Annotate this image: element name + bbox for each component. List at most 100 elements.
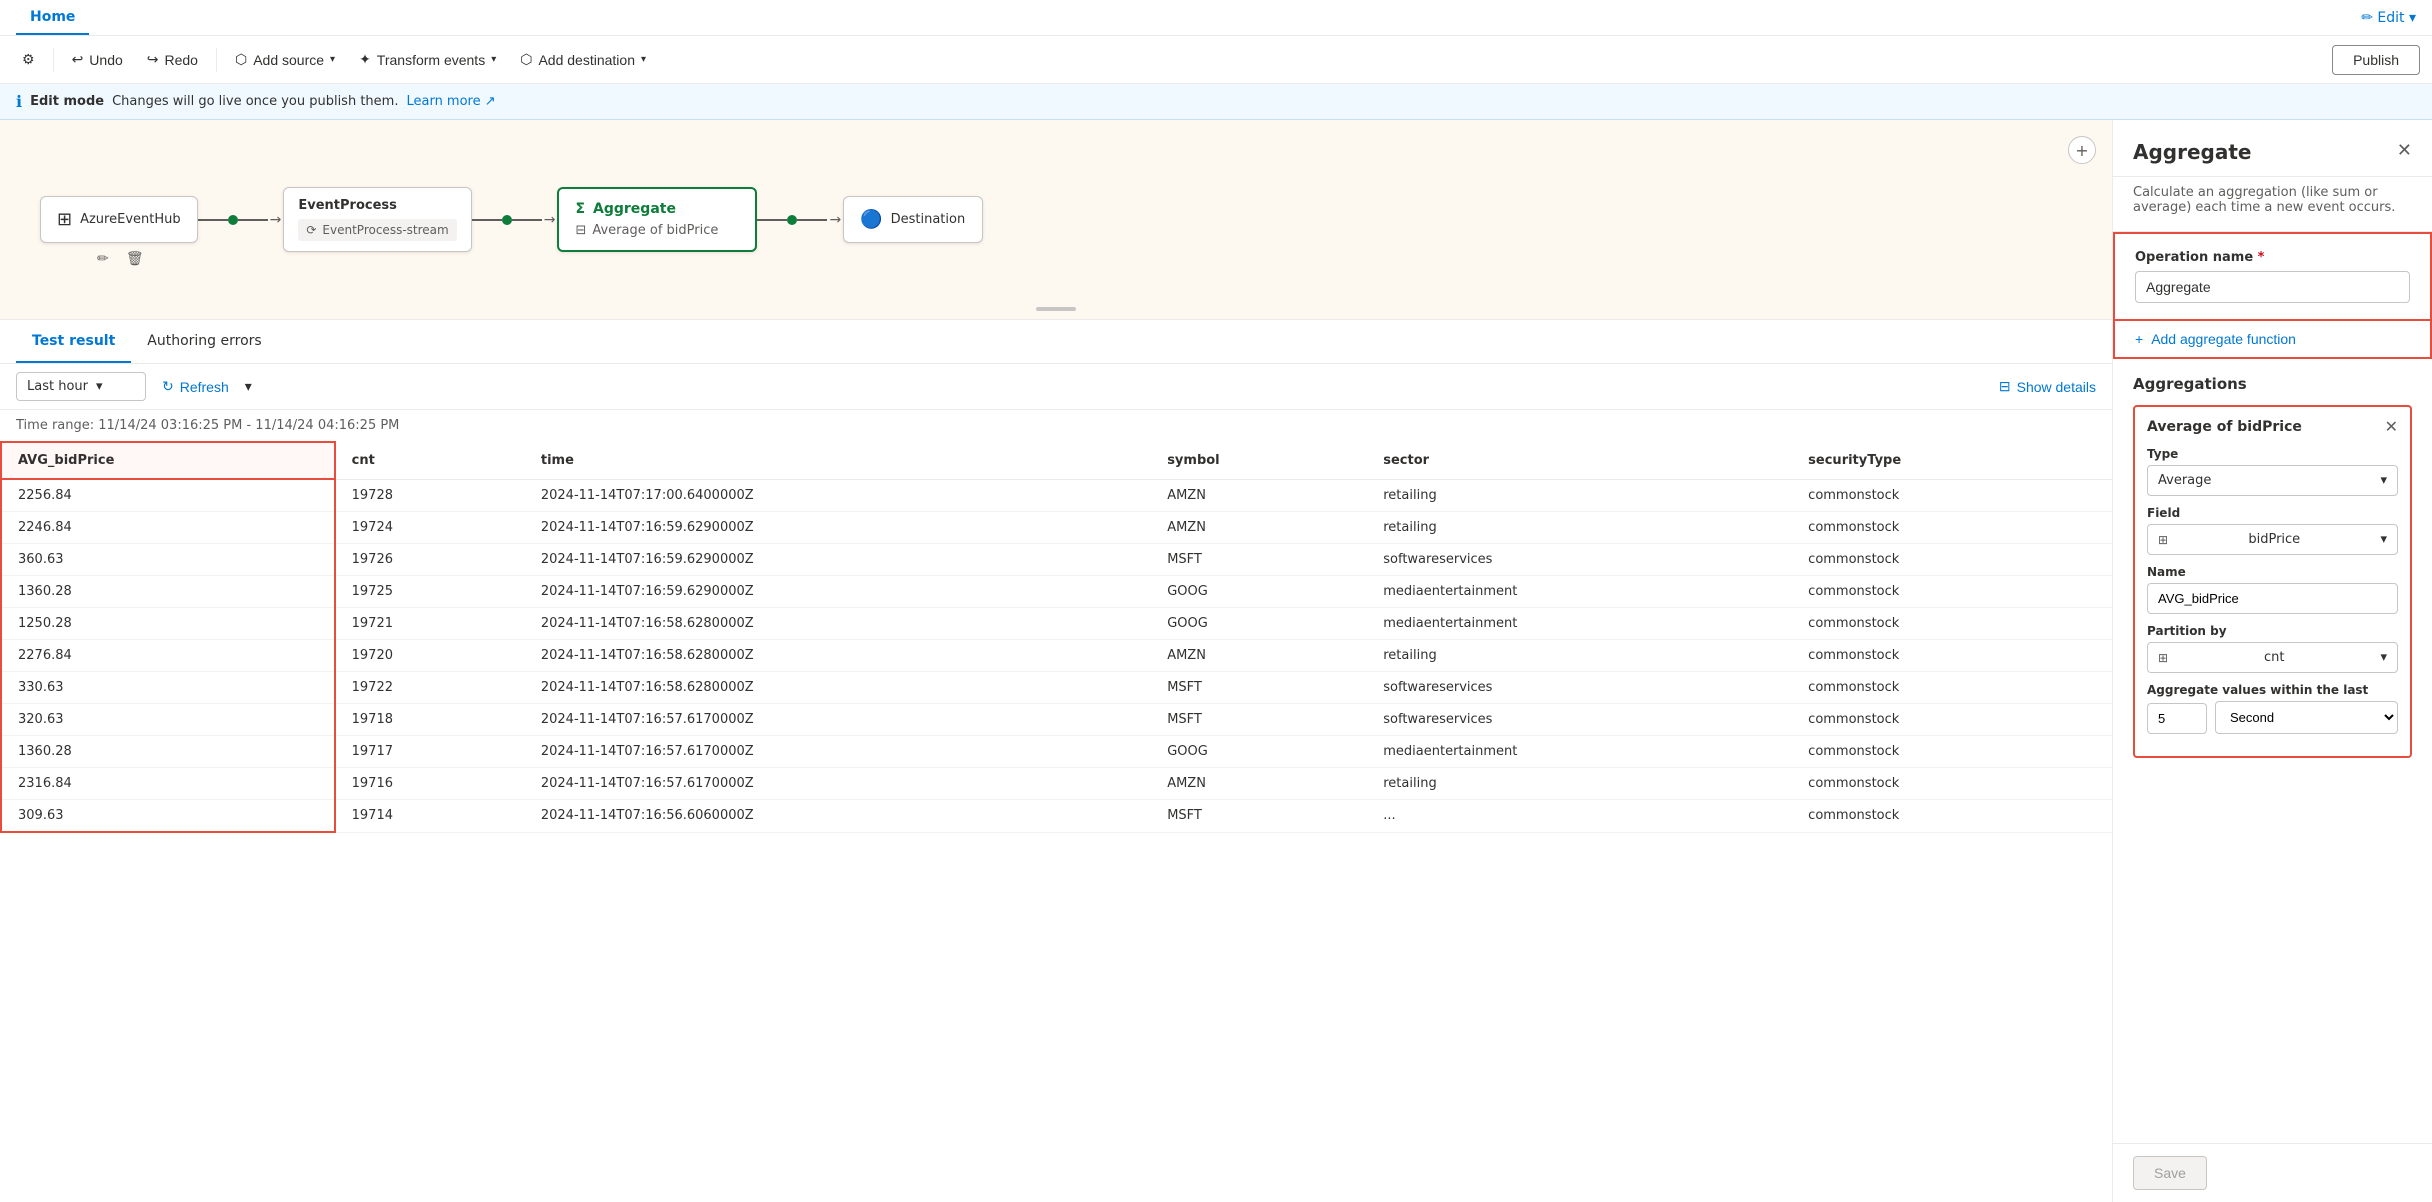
redo-icon: ↪ xyxy=(147,51,159,68)
table-row: 1360.28197172024-11-14T07:16:57.6170000Z… xyxy=(1,736,2112,768)
edit-button[interactable]: ✏ Edit ▾ xyxy=(2361,10,2416,26)
aggregate-sub-label: Average of bidPrice xyxy=(592,223,718,238)
agg-type-field: Type Average ▾ xyxy=(2147,447,2398,496)
separator-1 xyxy=(53,48,54,72)
aggregate-label: Aggregate xyxy=(593,201,676,217)
publish-button[interactable]: Publish xyxy=(2332,45,2420,75)
tab-authoring-errors[interactable]: Authoring errors xyxy=(131,321,277,363)
agg-field-icon: ⊞ xyxy=(2158,533,2168,547)
refresh-button[interactable]: ↻ Refresh xyxy=(154,372,237,401)
col-header-time: time xyxy=(525,442,1151,479)
redo-button[interactable]: ↪ Redo xyxy=(137,45,208,74)
agg-card-close-button[interactable]: ✕ xyxy=(2385,417,2398,437)
time-range-value: Last hour xyxy=(27,379,88,394)
aggregate-sub-icon: ⊟ xyxy=(575,223,586,238)
operation-name-input[interactable] xyxy=(2135,271,2410,303)
dot-1 xyxy=(228,215,238,225)
transform-events-button[interactable]: ✦ Transform events ▾ xyxy=(349,45,506,74)
table-cell: MSFT xyxy=(1151,704,1367,736)
agg-card-header: Average of bidPrice ✕ xyxy=(2135,407,2410,447)
tab-home[interactable]: Home xyxy=(16,1,89,35)
main-layout: + ⊞ AzureEventHub ✏ 🗑 → xyxy=(0,120,2432,1202)
agg-name-input[interactable] xyxy=(2147,583,2398,614)
table-cell: 19725 xyxy=(335,576,525,608)
table-cell: GOOG xyxy=(1151,608,1367,640)
tab-test-result[interactable]: Test result xyxy=(16,321,131,363)
line-6 xyxy=(797,219,827,221)
expand-button[interactable]: ▾ xyxy=(245,378,252,395)
table-cell: 19720 xyxy=(335,640,525,672)
save-button[interactable]: Save xyxy=(2133,1156,2207,1190)
show-details-button[interactable]: ⊟ Show details xyxy=(1999,378,2096,395)
table-row: 2276.84197202024-11-14T07:16:58.6280000Z… xyxy=(1,640,2112,672)
destination-label: Destination xyxy=(891,212,966,227)
time-range-select[interactable]: Last hour ▾ xyxy=(16,372,146,401)
table-cell: 2024-11-14T07:16:58.6280000Z xyxy=(525,640,1151,672)
agg-field-label: Field xyxy=(2147,506,2398,520)
connector-3: → xyxy=(757,212,843,228)
refresh-icon: ↻ xyxy=(162,378,174,395)
table-cell: ... xyxy=(1367,800,1792,833)
agg-type-select[interactable]: Average ▾ xyxy=(2147,465,2398,496)
panel-footer: Save xyxy=(2113,1143,2432,1202)
undo-icon: ↩ xyxy=(72,51,84,68)
table-cell: softwareservices xyxy=(1367,672,1792,704)
table-cell: mediaentertainment xyxy=(1367,576,1792,608)
table-cell: 2024-11-14T07:16:57.6170000Z xyxy=(525,768,1151,800)
panel-header: Aggregate ✕ xyxy=(2113,120,2432,177)
table-cell: softwareservices xyxy=(1367,704,1792,736)
table-cell: 19724 xyxy=(335,512,525,544)
toolbar: ⚙ ↩ Undo ↪ Redo ⬡ Add source ▾ ✦ Transfo… xyxy=(0,36,2432,84)
table-cell: MSFT xyxy=(1151,800,1367,833)
table-cell: 19728 xyxy=(335,479,525,512)
table-cell: mediaentertainment xyxy=(1367,736,1792,768)
panel-close-button[interactable]: ✕ xyxy=(2397,140,2412,161)
learn-more-link[interactable]: Learn more ↗ xyxy=(406,94,495,109)
agg-field-value: bidPrice xyxy=(2248,532,2300,547)
event-hub-delete-btn[interactable]: 🗑 xyxy=(123,246,147,270)
table-row: 1250.28197212024-11-14T07:16:58.6280000Z… xyxy=(1,608,2112,640)
undo-button[interactable]: ↩ Undo xyxy=(62,45,133,74)
destination-chevron: ▾ xyxy=(641,54,646,65)
agg-partition-select[interactable]: ⊞ cnt ▾ xyxy=(2147,642,2398,673)
canvas-area: + ⊞ AzureEventHub ✏ 🗑 → xyxy=(0,120,2112,1202)
agg-partition-value: cnt xyxy=(2264,650,2284,665)
table-row: 2246.84197242024-11-14T07:16:59.6290000Z… xyxy=(1,512,2112,544)
required-indicator: * xyxy=(2258,250,2265,265)
add-pipeline-button[interactable]: + xyxy=(2068,136,2096,164)
data-table-container: AVG_bidPrice cnt time symbol sector secu… xyxy=(0,441,2112,1202)
table-cell: retailing xyxy=(1367,512,1792,544)
table-cell: 2316.84 xyxy=(1,768,335,800)
azure-event-hub-node[interactable]: ⊞ AzureEventHub ✏ 🗑 xyxy=(40,196,198,243)
event-process-node[interactable]: EventProcess ⟳ EventProcess-stream xyxy=(283,187,471,252)
time-range-label: Time range: 11/14/24 03:16:25 PM - 11/14… xyxy=(0,410,2112,441)
table-cell: AMZN xyxy=(1151,479,1367,512)
panel-body: Operation name * + Add aggregate functio… xyxy=(2113,232,2432,1143)
operation-name-label: Operation name * xyxy=(2135,250,2410,265)
aggregate-node[interactable]: Σ Aggregate ⊟ Average of bidPrice ✏ 🗑 xyxy=(557,187,757,252)
scroll-indicator xyxy=(1036,307,1076,311)
table-cell: AMZN xyxy=(1151,640,1367,672)
event-hub-edit-btn[interactable]: ✏ xyxy=(91,246,115,270)
table-cell: commonstock xyxy=(1792,704,2112,736)
info-message: Changes will go live once you publish th… xyxy=(112,94,398,109)
destination-node[interactable]: 🔵 Destination xyxy=(843,196,983,243)
table-cell: 19714 xyxy=(335,800,525,833)
add-aggregate-function-button[interactable]: + Add aggregate function xyxy=(2113,321,2432,359)
table-body: 2256.84197282024-11-14T07:17:00.6400000Z… xyxy=(1,479,2112,832)
agg-field-select[interactable]: ⊞ bidPrice ▾ xyxy=(2147,524,2398,555)
agg-value-number-input[interactable] xyxy=(2147,703,2207,734)
table-cell: 2024-11-14T07:17:00.6400000Z xyxy=(525,479,1151,512)
agg-partition-icon: ⊞ xyxy=(2158,651,2168,665)
add-source-button[interactable]: ⬡ Add source ▾ xyxy=(225,45,345,74)
time-range-chevron: ▾ xyxy=(96,379,103,394)
table-cell: 2024-11-14T07:16:58.6280000Z xyxy=(525,672,1151,704)
agg-partition-chevron: ▾ xyxy=(2380,650,2387,665)
agg-value-row: Second Minute Hour xyxy=(2147,701,2398,734)
col-header-security-type: securityType xyxy=(1792,442,2112,479)
settings-button[interactable]: ⚙ xyxy=(12,45,45,74)
agg-value-unit-select[interactable]: Second Minute Hour xyxy=(2215,701,2398,734)
add-destination-button[interactable]: ⬡ Add destination ▾ xyxy=(510,45,656,74)
table-cell: mediaentertainment xyxy=(1367,608,1792,640)
table-cell: AMZN xyxy=(1151,512,1367,544)
